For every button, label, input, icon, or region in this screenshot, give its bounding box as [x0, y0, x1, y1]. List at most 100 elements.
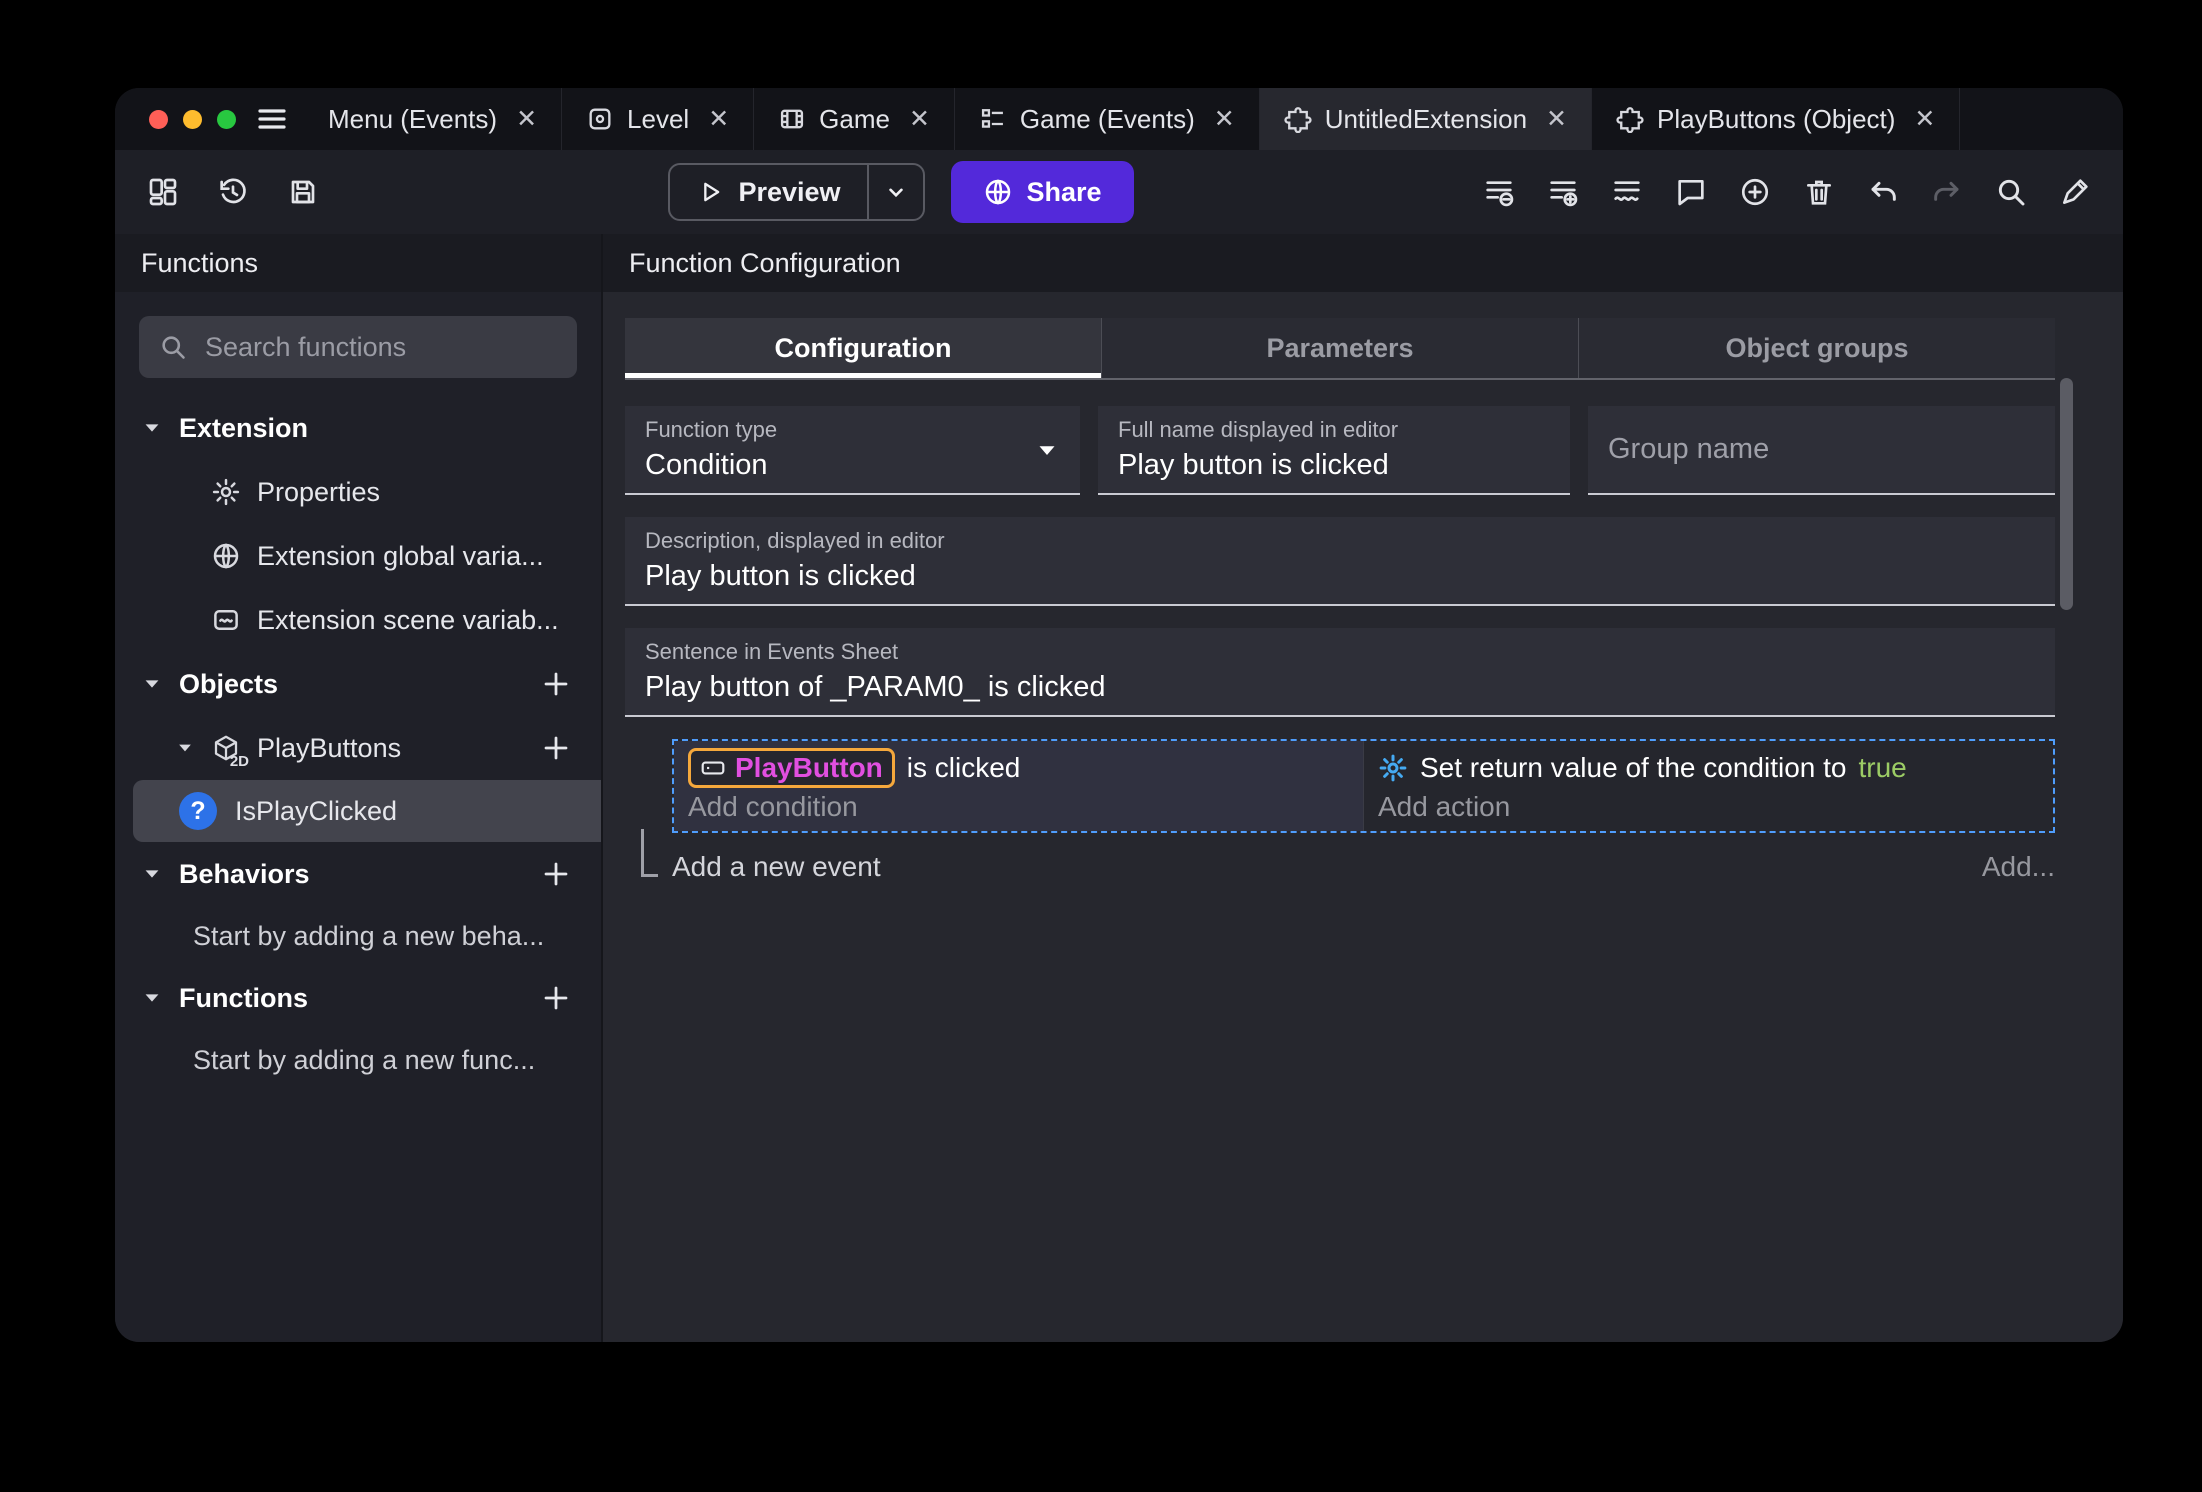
- tab-level[interactable]: Level ✕: [562, 88, 755, 150]
- extension-tree: Extension Properties Extension global va…: [115, 396, 601, 1090]
- puzzle-icon: [1616, 105, 1644, 133]
- event-row[interactable]: PlayButton is clicked Add condition Set …: [672, 739, 2055, 833]
- function-type-select[interactable]: Function type Condition: [625, 406, 1080, 495]
- add-condition-link[interactable]: Add condition: [688, 791, 1349, 823]
- app-window: Menu (Events) ✕ Level ✕ Game ✕ Game (Eve…: [115, 88, 2123, 1342]
- button-object-icon: [700, 755, 726, 781]
- chevron-down-icon: [883, 179, 909, 205]
- tab-parameters[interactable]: Parameters: [1102, 318, 1579, 378]
- tree-item-label: Extension scene variab...: [257, 604, 559, 635]
- section-objects[interactable]: Objects: [115, 652, 601, 716]
- add-action-link[interactable]: Add action: [1378, 791, 2039, 823]
- description-input[interactable]: [645, 560, 2035, 593]
- tree-item-extension-scene-variables[interactable]: Extension scene variab...: [115, 588, 601, 652]
- function-icon: ?: [179, 792, 217, 830]
- action-line[interactable]: Set return value of the condition to tru…: [1378, 747, 2039, 789]
- tab-close-icon[interactable]: ✕: [708, 106, 729, 132]
- tab-close-icon[interactable]: ✕: [909, 106, 930, 132]
- add-new-event-link[interactable]: Add a new event: [672, 851, 881, 883]
- title-tab-bar: Menu (Events) ✕ Level ✕ Game ✕ Game (Eve…: [115, 88, 2123, 150]
- list-zigzag-icon[interactable]: [1611, 176, 1643, 208]
- add-object-function-button[interactable]: [541, 733, 571, 763]
- section-label: Objects: [179, 668, 279, 699]
- tab-close-icon[interactable]: ✕: [516, 106, 537, 132]
- description-field: Description, displayed in editor: [625, 517, 2055, 606]
- chevron-down-icon: [141, 673, 163, 695]
- chevron-down-icon: [175, 738, 195, 758]
- add-circle-icon[interactable]: [1739, 176, 1771, 208]
- tab-configuration[interactable]: Configuration: [625, 318, 1102, 378]
- list-plus-icon[interactable]: [1547, 176, 1579, 208]
- comment-icon[interactable]: [1675, 176, 1707, 208]
- magic-wand-icon[interactable]: [2059, 176, 2091, 208]
- sidebar-title: Functions: [141, 247, 259, 278]
- section-behaviors[interactable]: Behaviors: [115, 842, 601, 906]
- field-label: Full name displayed in editor: [1118, 417, 1399, 442]
- sentence-input[interactable]: [645, 671, 2035, 704]
- preview-button[interactable]: Preview: [670, 165, 866, 219]
- tree-item-label: Properties: [257, 476, 381, 507]
- add-object-button[interactable]: [541, 669, 571, 699]
- section-functions[interactable]: Functions: [115, 966, 601, 1030]
- redo-icon[interactable]: [1931, 176, 1963, 208]
- undo-icon[interactable]: [1867, 176, 1899, 208]
- condition-line[interactable]: PlayButton is clicked: [688, 747, 1349, 789]
- share-button[interactable]: Share: [950, 161, 1134, 223]
- tab-close-icon[interactable]: ✕: [1914, 106, 1935, 132]
- project-manager-icon[interactable]: [147, 176, 179, 208]
- tab-menu-events[interactable]: Menu (Events) ✕: [304, 88, 563, 150]
- object-chip[interactable]: PlayButton: [688, 748, 895, 788]
- function-configuration-panel: Function Configuration Configuration Par…: [603, 234, 2123, 1342]
- add-behavior-button[interactable]: [541, 859, 571, 889]
- sidebar-header: Functions: [115, 234, 601, 292]
- tab-label: PlayButtons (Object): [1656, 103, 1896, 134]
- sub-event-marker: [641, 829, 658, 877]
- history-icon[interactable]: [217, 176, 249, 208]
- traffic-lights: [115, 88, 250, 150]
- events-sheet: PlayButton is clicked Add condition Set …: [625, 739, 2055, 883]
- tab-untitled-extension[interactable]: UntitledExtension ✕: [1259, 88, 1592, 150]
- tab-game-events[interactable]: Game (Events) ✕: [955, 88, 1260, 150]
- chevron-down-icon: [141, 987, 163, 1009]
- close-window-button[interactable]: [149, 109, 168, 129]
- list-minus-icon[interactable]: [1483, 176, 1515, 208]
- trash-icon[interactable]: [1803, 176, 1835, 208]
- tab-close-icon[interactable]: ✕: [1546, 106, 1567, 132]
- minimize-window-button[interactable]: [183, 109, 202, 129]
- tree-item-properties[interactable]: Properties: [115, 460, 601, 524]
- full-name-input[interactable]: [1118, 449, 1550, 482]
- section-label: Behaviors: [179, 858, 310, 889]
- tree-item-label: IsPlayClicked: [235, 795, 398, 826]
- tree-item-playbuttons[interactable]: 2D PlayButtons: [115, 716, 601, 780]
- chevron-down-icon: [141, 863, 163, 885]
- menu-icon[interactable]: [250, 88, 304, 150]
- preview-dropdown-button[interactable]: [866, 165, 923, 219]
- tab-game[interactable]: Game ✕: [754, 88, 955, 150]
- add-more-link[interactable]: Add...: [1982, 851, 2055, 883]
- save-icon[interactable]: [287, 176, 319, 208]
- tree-item-isplayclicked[interactable]: ? IsPlayClicked: [133, 780, 601, 842]
- group-name-input[interactable]: [1608, 433, 2035, 466]
- tab-object-groups[interactable]: Object groups: [1579, 318, 2055, 378]
- config-tab-bar: Configuration Parameters Object groups: [625, 318, 2055, 380]
- section-label: Functions: [179, 982, 308, 1013]
- tab-close-icon[interactable]: ✕: [1214, 106, 1235, 132]
- search-functions-input[interactable]: [203, 330, 561, 364]
- main-toolbar: Preview Share: [115, 150, 2123, 234]
- chevron-down-icon: [1032, 435, 1062, 465]
- tab-label: Game: [819, 103, 890, 134]
- section-extension[interactable]: Extension: [115, 396, 601, 460]
- tab-label: Game (Events): [1019, 103, 1195, 134]
- conditions-column: PlayButton is clicked Add condition: [674, 741, 1363, 831]
- scrollbar[interactable]: [2060, 378, 2073, 610]
- group-name-field: [1588, 406, 2055, 495]
- add-function-button[interactable]: [541, 983, 571, 1013]
- tree-item-extension-global-variables[interactable]: Extension global varia...: [115, 524, 601, 588]
- zoom-window-button[interactable]: [217, 109, 236, 129]
- puzzle-icon: [1284, 105, 1312, 133]
- search-icon[interactable]: [1995, 176, 2027, 208]
- sentence-field: Sentence in Events Sheet: [625, 628, 2055, 717]
- gear-icon: [1378, 753, 1408, 783]
- tab-playbuttons-object[interactable]: PlayButtons (Object) ✕: [1592, 88, 1961, 150]
- action-value: true: [1858, 752, 1907, 783]
